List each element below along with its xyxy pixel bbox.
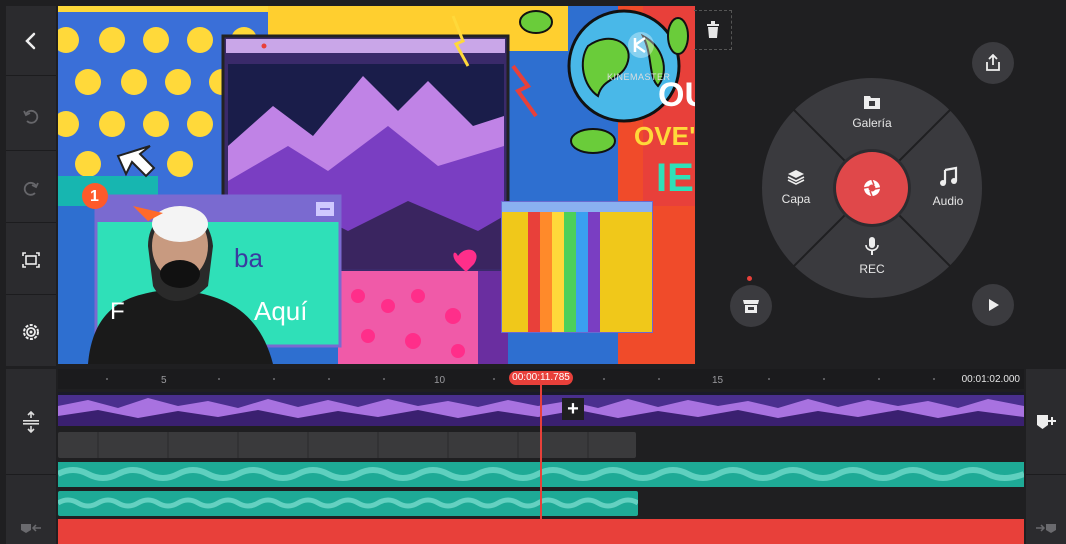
add-bookmark-button[interactable] bbox=[1026, 369, 1066, 475]
layer-track[interactable] bbox=[58, 432, 636, 458]
preview-side-text-2: OVE" bbox=[634, 121, 695, 151]
watermark-logo-icon bbox=[628, 32, 654, 58]
trash-icon bbox=[706, 21, 719, 38]
playhead-time[interactable]: 00:00:11.785 bbox=[509, 371, 573, 385]
jump-end-icon bbox=[1036, 524, 1056, 533]
add-transition-button[interactable]: + bbox=[562, 398, 584, 420]
undo-icon bbox=[23, 109, 39, 124]
jump-to-end-button[interactable] bbox=[1026, 515, 1066, 541]
video-preview[interactable]: ba F Aquí OU OVE" IE 1 KINEMASTER bbox=[58, 6, 695, 364]
media-label: Galería bbox=[852, 116, 892, 130]
audio-label: Audio bbox=[932, 194, 964, 208]
media-browser-button[interactable]: Galería bbox=[832, 94, 912, 130]
fullscreen-icon bbox=[22, 251, 40, 268]
play-icon bbox=[989, 299, 999, 311]
preview-text-fragment-left: F bbox=[110, 298, 125, 325]
expand-vertical-icon bbox=[23, 410, 39, 433]
timeline-expand-button[interactable] bbox=[6, 369, 56, 475]
layer-button[interactable]: Capa bbox=[756, 168, 836, 206]
media-folder-icon bbox=[864, 96, 880, 109]
play-button[interactable] bbox=[972, 284, 1014, 326]
preview-artwork bbox=[58, 6, 695, 364]
preview-subtitle-fragment: Aquí bbox=[254, 296, 308, 326]
undo-button[interactable] bbox=[6, 81, 56, 151]
music-note-icon bbox=[940, 166, 958, 186]
voice-record-button[interactable]: REC bbox=[832, 236, 912, 276]
project-duration: 00:01:02.000 bbox=[961, 374, 1020, 385]
left-toolbar bbox=[6, 6, 56, 366]
redo-icon bbox=[23, 181, 39, 196]
ruler-tick-5: 5 bbox=[161, 375, 167, 386]
redo-button[interactable] bbox=[6, 153, 56, 223]
voice-label: REC bbox=[859, 262, 885, 276]
bookmark-add-icon bbox=[1037, 414, 1056, 429]
asset-store-button[interactable] bbox=[730, 285, 772, 327]
camera-capture-button[interactable] bbox=[836, 152, 908, 224]
media-wheel: Galería Capa Audio REC bbox=[762, 78, 982, 298]
microphone-icon bbox=[865, 237, 879, 255]
chevron-left-icon bbox=[25, 32, 36, 49]
back-button[interactable] bbox=[6, 6, 56, 76]
playhead[interactable] bbox=[540, 381, 542, 544]
ruler-tick-15: 15 bbox=[712, 375, 724, 386]
audio-track-2[interactable] bbox=[58, 491, 638, 516]
preview-side-text-3: IE bbox=[656, 156, 694, 200]
audio-waveform-2 bbox=[58, 497, 638, 509]
timeline-left-panel bbox=[6, 369, 56, 544]
ruler-tick-10: 10 bbox=[434, 375, 446, 386]
kinemaster-editor: ba F Aquí OU OVE" IE 1 KINEMASTER Galerí… bbox=[0, 0, 1066, 544]
audio-button[interactable]: Audio bbox=[908, 166, 988, 208]
store-icon bbox=[743, 300, 759, 313]
store-notification-dot bbox=[747, 276, 752, 281]
settings-button[interactable] bbox=[6, 297, 56, 367]
watermark-text: KINEMASTER bbox=[607, 72, 671, 82]
cursor-badge: 1 bbox=[90, 188, 99, 205]
layers-icon bbox=[787, 170, 805, 185]
camera-shutter-icon bbox=[863, 179, 881, 197]
preview-title-fragment: ba bbox=[234, 243, 263, 273]
layer-label: Capa bbox=[781, 192, 811, 206]
jump-start-icon bbox=[21, 524, 41, 533]
fullscreen-button[interactable] bbox=[6, 225, 56, 295]
timeline-right-panel bbox=[1026, 369, 1066, 544]
layer-segments bbox=[97, 432, 589, 458]
jump-to-start-button[interactable] bbox=[6, 515, 56, 541]
share-icon bbox=[986, 54, 1000, 71]
gear-icon bbox=[23, 324, 39, 340]
delete-button[interactable] bbox=[694, 10, 732, 50]
